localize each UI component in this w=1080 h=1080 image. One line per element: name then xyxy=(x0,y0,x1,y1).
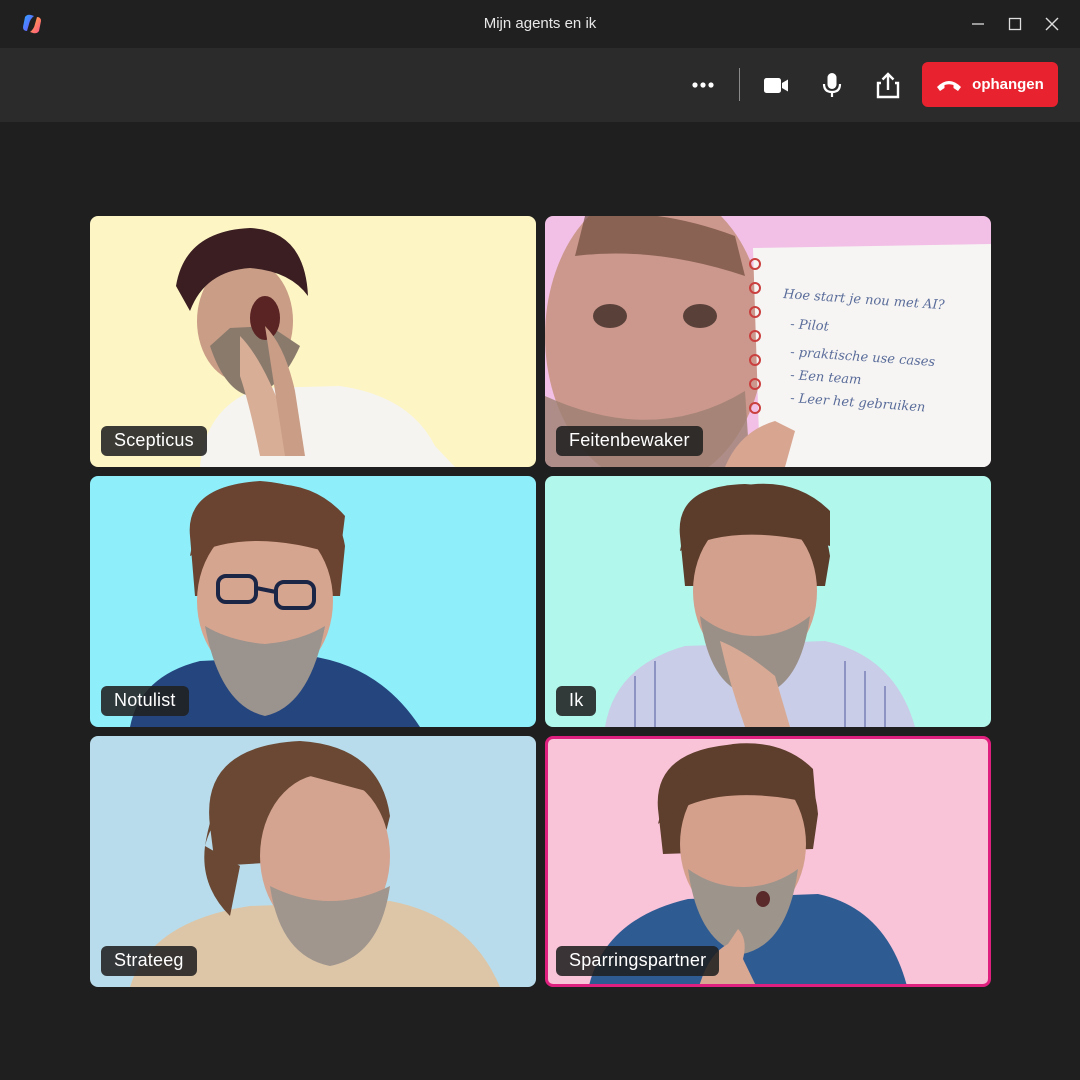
participant-tile-ik[interactable]: Ik xyxy=(545,476,991,727)
share-button[interactable] xyxy=(870,68,906,102)
title-bar: Mijn agents en ik xyxy=(0,0,1080,48)
participant-name: Notulist xyxy=(101,686,189,716)
participant-name: Feitenbewaker xyxy=(556,426,703,456)
hang-up-label: ophangen xyxy=(972,76,1044,93)
participant-name: Ik xyxy=(556,686,597,716)
ellipsis-icon xyxy=(692,82,714,88)
participant-tile-sparringspartner[interactable]: Sparringspartner xyxy=(545,736,991,987)
call-toolbar: ophangen xyxy=(0,48,1080,122)
participant-tile-scepticus[interactable]: Scepticus xyxy=(90,216,536,467)
phone-hangup-icon xyxy=(937,80,962,91)
more-options-button[interactable] xyxy=(685,68,721,102)
share-icon xyxy=(876,72,900,99)
microphone-icon xyxy=(822,73,842,97)
camera-button[interactable] xyxy=(758,68,794,102)
participant-name: Sparringspartner xyxy=(556,946,720,976)
participant-tile-notulist[interactable]: Notulist xyxy=(90,476,536,727)
window-title: Mijn agents en ik xyxy=(483,15,597,32)
notebook-line: - Pilot xyxy=(790,317,830,335)
toolbar-divider xyxy=(739,68,740,101)
participant-name: Strateeg xyxy=(101,946,197,976)
minimize-icon[interactable] xyxy=(966,12,990,36)
participant-tile-feitenbewaker[interactable]: Hoe start je nou met AI? - Pilot - prakt… xyxy=(545,216,991,467)
maximize-icon[interactable] xyxy=(1003,12,1027,36)
participant-name: Scepticus xyxy=(101,426,207,456)
video-camera-icon xyxy=(764,78,788,93)
participant-video xyxy=(605,483,915,727)
close-icon[interactable] xyxy=(1040,12,1064,36)
hang-up-button[interactable]: ophangen xyxy=(922,62,1058,107)
microphone-button[interactable] xyxy=(814,68,850,102)
participant-tile-strateeg[interactable]: Strateeg xyxy=(90,736,536,987)
